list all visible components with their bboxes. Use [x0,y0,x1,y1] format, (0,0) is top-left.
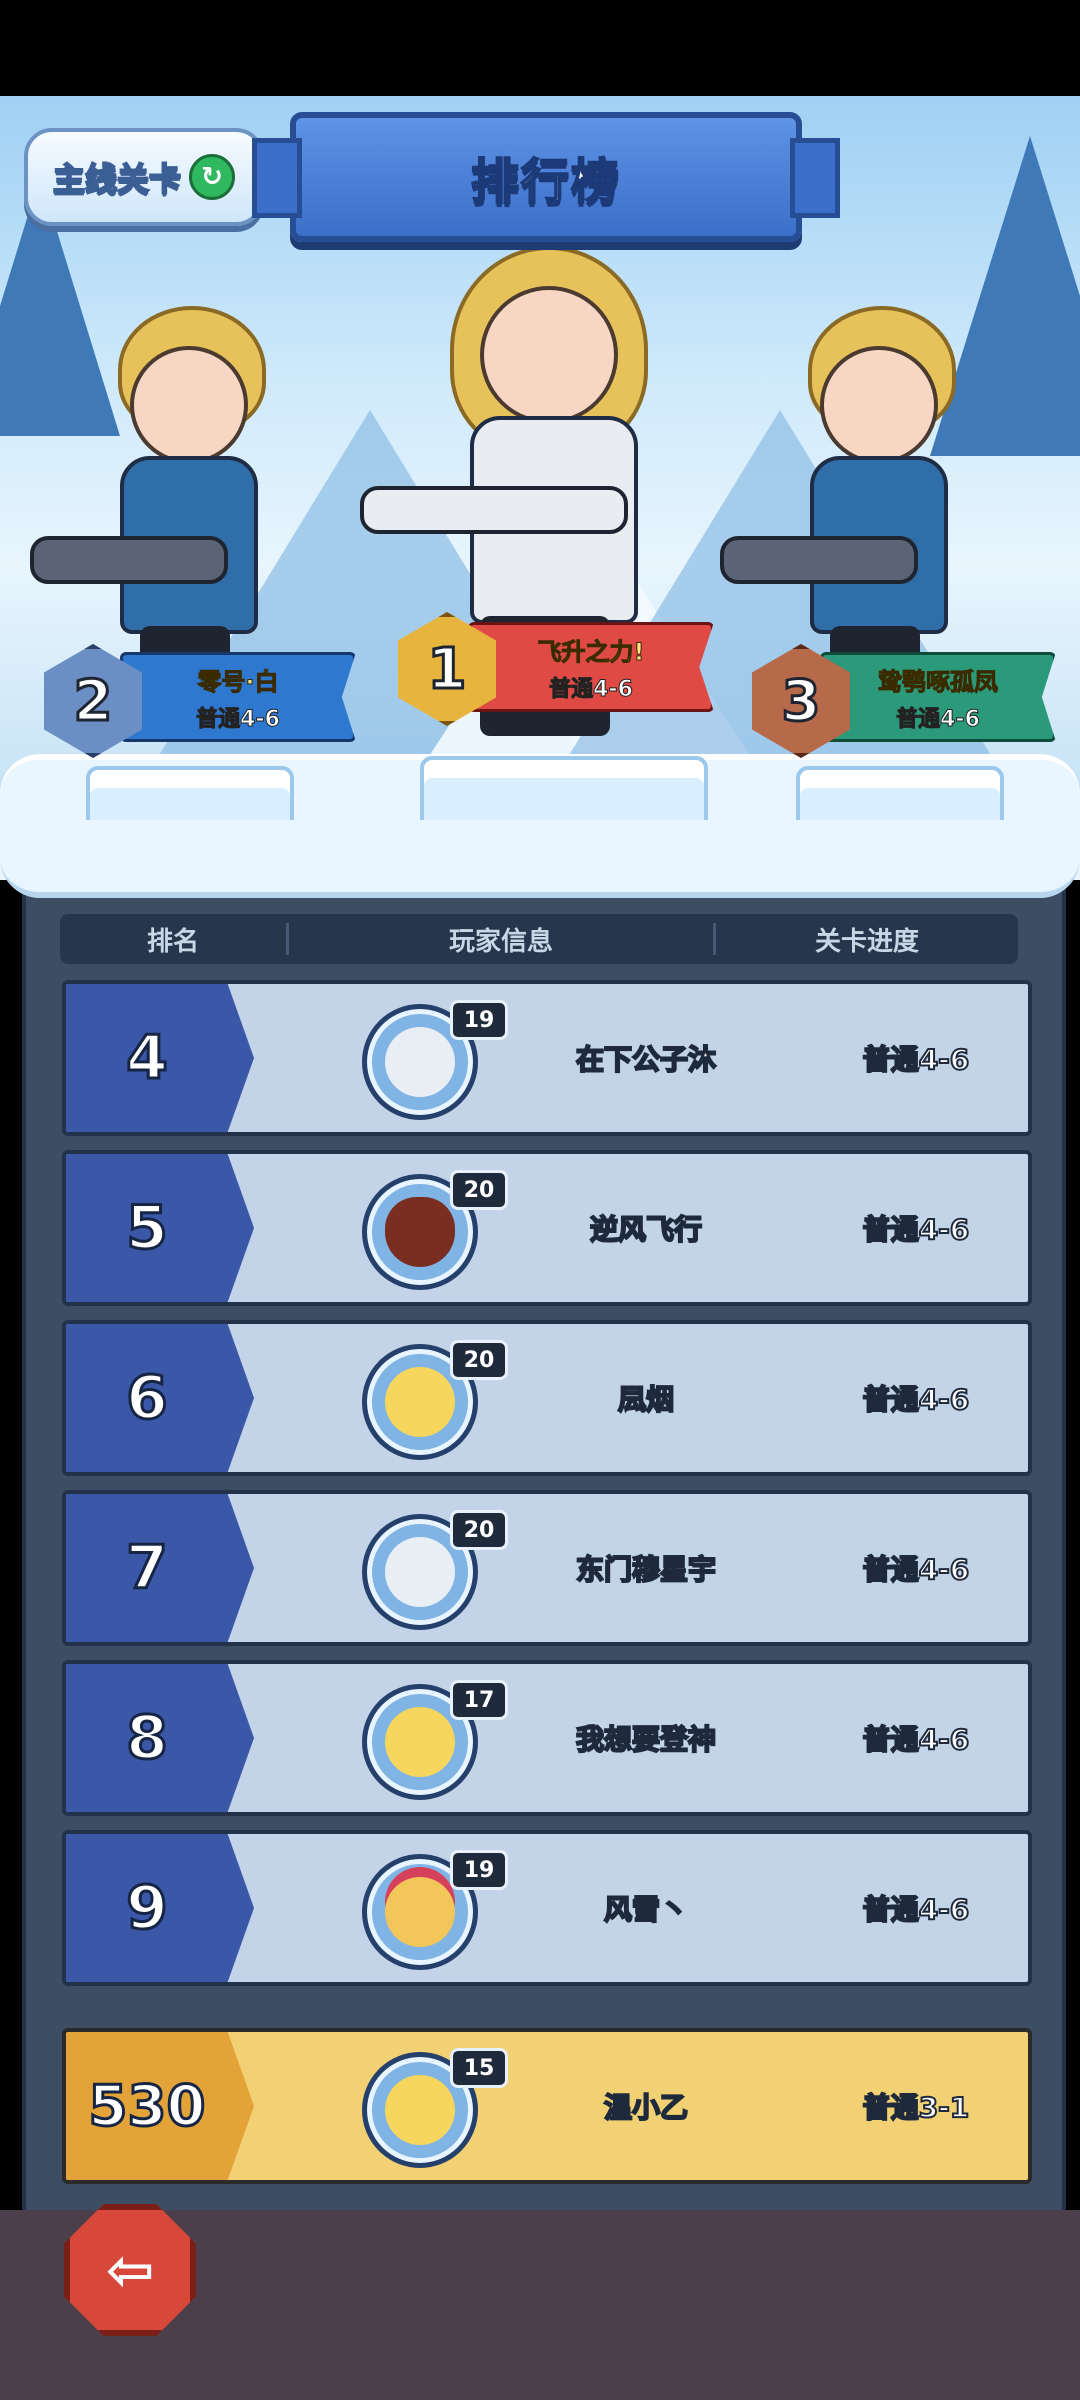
main-stage-label: 主线关卡 [52,159,182,199]
rank-cell: 4 [66,984,254,1132]
title-banner: 排行榜 [252,112,840,242]
player-name: 我想要登神 [575,1722,717,1757]
level-badge: 19 [450,1000,508,1040]
rank-cell: 5 [66,1154,254,1302]
podium-progress: 普通4-6 [196,706,281,732]
main-stage-button[interactable]: 主线关卡 ↻ [24,128,264,226]
player-name: 温小乙 [603,2090,689,2125]
column-player-info: 玩家信息 [448,926,553,957]
podium-progress: 普通4-6 [896,706,981,732]
back-button[interactable]: ⇦ [64,2204,196,2336]
rank-cell: 6 [66,1324,254,1472]
podium-tag-3: 鸷鹗啄孤凤 普通4-6 [820,652,1056,742]
stage-progress: 普通4-6 [862,1042,971,1077]
level-badge: 17 [450,1680,508,1720]
podium-name: 鸷鹗啄孤凤 [878,667,999,696]
table-row[interactable]: 8 17 我想要登神 普通4-6 [62,1660,1032,1816]
rank-cell: 7 [66,1494,254,1642]
podium-progress: 普通4-6 [549,676,634,702]
player-name: 在下公子沐 [575,1042,717,1077]
column-rank: 排名 [146,926,199,957]
stage-progress: 普通3-1 [862,2090,971,2125]
player-name: 东门穆星宇 [575,1552,717,1587]
stage-progress: 普通4-6 [862,1552,971,1587]
column-stage-progress: 关卡进度 [814,926,919,957]
back-arrow-icon: ⇦ [105,2236,155,2304]
stage-progress: 普通4-6 [862,1212,971,1247]
player-name: 风雪丶 [603,1892,689,1927]
page-title: 排行榜 [470,153,621,211]
podium-name: 零号·白 [197,667,279,696]
snow-ledge [0,820,1080,898]
table-header: 排名 玩家信息 关卡进度 [60,914,1018,964]
stage-progress: 普通4-6 [862,1382,971,1417]
rank-cell: 8 [66,1664,254,1812]
status-bar-area [0,0,1080,96]
table-row[interactable]: 5 20 逆风飞行 普通4-6 [62,1150,1032,1306]
table-row[interactable]: 9 19 风雪丶 普通4-6 [62,1830,1032,1986]
refresh-icon: ↻ [189,154,235,200]
podium-tag-1: 飞升之力! 普通4-6 [468,622,714,712]
player-name: 凨烟 [617,1382,675,1417]
podium-name: 飞升之力! [537,637,645,666]
table-row[interactable]: 6 20 凨烟 普通4-6 [62,1320,1032,1476]
level-badge: 20 [450,1340,508,1380]
stage-progress: 普通4-6 [862,1722,971,1757]
level-badge: 20 [450,1510,508,1550]
rank-cell: 9 [66,1834,254,1982]
table-row[interactable]: 7 20 东门穆星宇 普通4-6 [62,1490,1032,1646]
podium-tag-2: 零号·白 普通4-6 [120,652,356,742]
rank-cell: 530 [66,2032,254,2180]
level-badge: 19 [450,1850,508,1890]
my-rank-row[interactable]: 530 15 温小乙 普通3-1 [62,2028,1032,2184]
player-name: 逆风飞行 [589,1212,703,1247]
table-row[interactable]: 4 19 在下公子沐 普通4-6 [62,980,1032,1136]
level-badge: 20 [450,1170,508,1210]
stage-progress: 普通4-6 [862,1892,971,1927]
level-badge: 15 [450,2048,508,2088]
